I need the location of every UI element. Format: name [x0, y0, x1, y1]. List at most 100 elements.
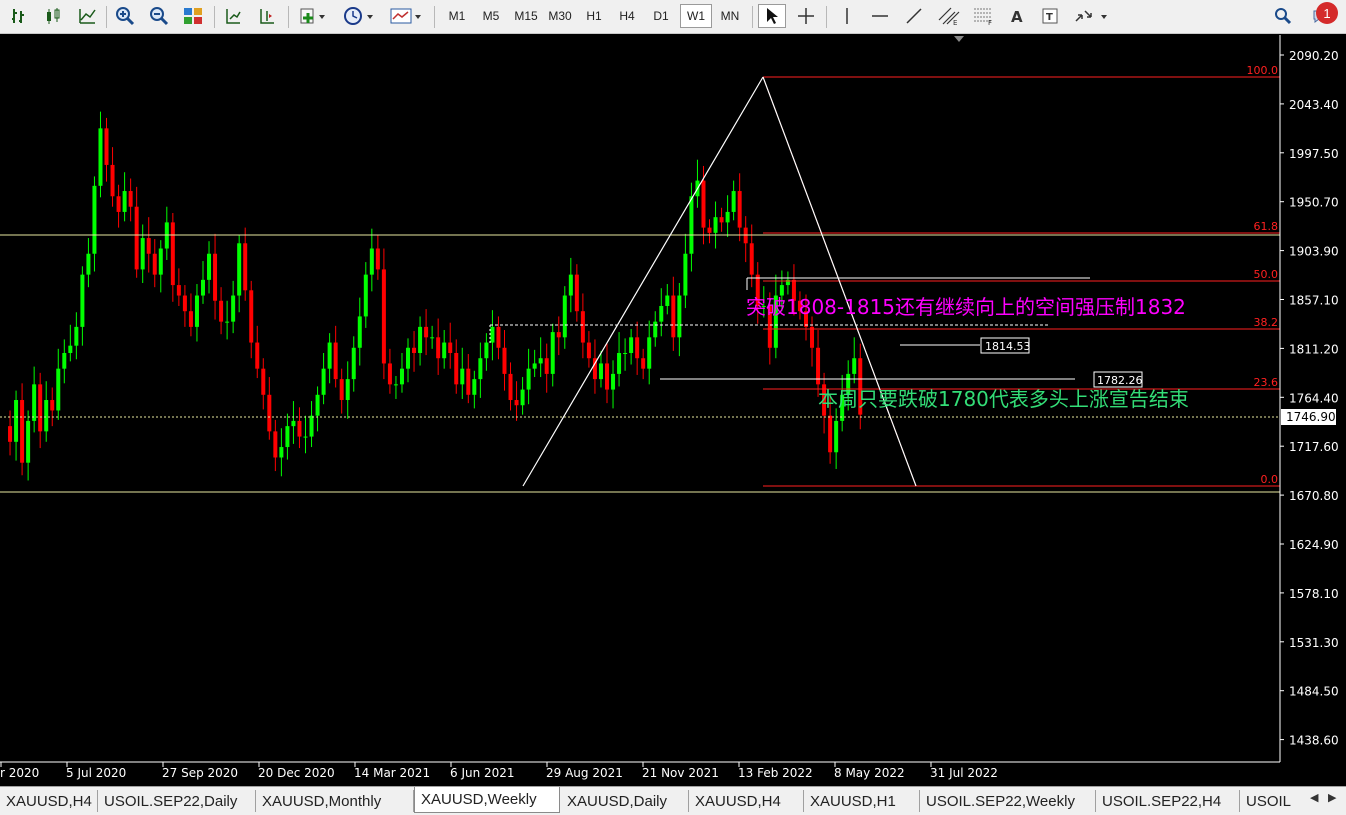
arrows-icon[interactable]: [1070, 4, 1112, 28]
timeframe-h4[interactable]: H4: [612, 4, 642, 28]
candle-body: [134, 206, 139, 270]
horizontal-line-icon[interactable]: [866, 4, 894, 28]
tabs-scroll-right-icon[interactable]: ▶: [1328, 791, 1336, 804]
candle-body: [719, 217, 724, 223]
fibonacci-icon[interactable]: F: [970, 4, 998, 28]
price-axis-label: 1903.90: [1289, 245, 1339, 259]
tab-usoil-sep22-weekly[interactable]: USOIL.SEP22,Weekly: [920, 790, 1096, 812]
annotation-bottom[interactable]: 本周只要跌破1780代表多头上涨宣告结束: [818, 387, 1189, 411]
price-axis-label: 1997.50: [1289, 147, 1339, 161]
candle-body: [14, 400, 19, 442]
timeframe-w1[interactable]: W1: [680, 4, 712, 28]
candle-body: [568, 274, 573, 296]
price-axis-label: 1717.60: [1289, 440, 1339, 454]
fib-label-100: 100.0: [1247, 64, 1279, 77]
fib-label-23-6: 23.6: [1254, 376, 1279, 389]
chart-tabs: XAUUSD,H4 USOIL.SEP22,Daily XAUUSD,Month…: [0, 786, 1346, 815]
crosshair-icon[interactable]: [792, 4, 820, 28]
tab-usoil[interactable]: USOIL: [1240, 790, 1304, 812]
candle-body: [213, 253, 218, 301]
tab-usoil-sep22-h4[interactable]: USOIL.SEP22,H4: [1096, 790, 1240, 812]
text-label-icon[interactable]: T: [1036, 4, 1064, 28]
candle-body: [32, 384, 37, 421]
price-axis-label: 1670.80: [1289, 489, 1339, 503]
tab-xauusd-h4-2[interactable]: XAUUSD,H4: [689, 790, 804, 812]
candle-body: [586, 342, 591, 359]
candle-body: [611, 373, 616, 390]
date-axis-label: 21 Nov 2021: [642, 766, 719, 780]
price-chart[interactable]: 100.0 61.8 50.0 38.2 23.6 0.0 突破1808-181…: [0, 35, 1346, 786]
candle-body: [255, 342, 260, 369]
tab-xauusd-daily[interactable]: XAUUSD,Daily: [561, 790, 689, 812]
svg-text:A: A: [1011, 8, 1023, 25]
auto-scroll-icon[interactable]: [220, 4, 246, 28]
price-axis-label: 1811.20: [1289, 342, 1339, 356]
candle-body: [231, 295, 236, 322]
fib-label-0: 0.0: [1261, 473, 1279, 486]
candle-body: [707, 227, 712, 233]
vertical-line-icon[interactable]: [834, 4, 860, 28]
zoom-in-icon[interactable]: [112, 4, 138, 28]
tile-windows-icon[interactable]: [180, 4, 206, 28]
candle-body: [496, 326, 501, 348]
timeframe-m5[interactable]: M5: [476, 4, 506, 28]
date-axis-label: 20 Dec 2020: [258, 766, 335, 780]
indicators-icon[interactable]: [296, 4, 330, 28]
candle-body: [460, 368, 465, 385]
line-chart-icon[interactable]: [74, 4, 100, 28]
periodicity-clock-icon[interactable]: [340, 4, 378, 28]
tabs-scroll-left-icon[interactable]: ◀: [1310, 791, 1318, 804]
timeframe-m15[interactable]: M15: [510, 4, 542, 28]
timeframe-h1[interactable]: H1: [580, 4, 608, 28]
tab-xauusd-h1[interactable]: XAUUSD,H1: [804, 790, 920, 812]
zoom-out-icon[interactable]: [146, 4, 172, 28]
candle-body: [659, 305, 664, 322]
bar-chart-icon[interactable]: [6, 4, 32, 28]
svg-text:F: F: [988, 19, 992, 26]
candle-body: [713, 217, 718, 233]
current-price-label: 1746.90: [1286, 410, 1336, 424]
price-axis-label: 1764.40: [1289, 391, 1339, 405]
equidistant-channel-icon[interactable]: E: [934, 4, 964, 28]
text-icon[interactable]: A: [1004, 4, 1030, 28]
price-axis-label: 1578.10: [1289, 587, 1339, 601]
fib-label-50: 50.0: [1254, 268, 1279, 281]
candle-body: [68, 345, 73, 353]
candle-body: [418, 326, 423, 353]
cursor-icon[interactable]: [758, 4, 786, 28]
candle-body: [484, 342, 489, 359]
candlestick-icon[interactable]: [40, 4, 66, 28]
candle-body: [110, 164, 115, 197]
tab-xauusd-weekly[interactable]: XAUUSD,Weekly: [414, 787, 560, 813]
price-axis-label: 1857.10: [1289, 294, 1339, 308]
timeframe-d1[interactable]: D1: [646, 4, 676, 28]
templates-icon[interactable]: [386, 4, 426, 28]
candle-body: [544, 358, 549, 374]
search-icon[interactable]: [1270, 4, 1296, 28]
chart-shift-icon[interactable]: [254, 4, 280, 28]
timeframe-m1[interactable]: M1: [442, 4, 472, 28]
svg-text:T: T: [1046, 12, 1053, 23]
candle-body: [261, 368, 266, 395]
candle-body: [225, 321, 230, 323]
trendline-icon[interactable]: [900, 4, 928, 28]
timeframe-m30[interactable]: M30: [544, 4, 576, 28]
candle-body: [424, 326, 429, 338]
notification-badge[interactable]: 1: [1316, 2, 1338, 24]
candle-body: [182, 295, 187, 312]
candle-body: [442, 342, 447, 359]
tab-xauusd-monthly[interactable]: XAUUSD,Monthly: [256, 790, 414, 812]
candle-body: [297, 420, 302, 437]
date-axis-label: 31 Jul 2022: [930, 766, 998, 780]
candle-body: [520, 389, 525, 406]
date-axis-label: 27 Sep 2020: [162, 766, 238, 780]
timeframe-mn[interactable]: MN: [714, 4, 746, 28]
candle-body: [399, 368, 404, 385]
tab-usoil-sep22-daily[interactable]: USOIL.SEP22,Daily: [98, 790, 256, 812]
tab-xauusd-h4[interactable]: XAUUSD,H4: [0, 790, 98, 812]
candle-body: [779, 285, 784, 296]
annotation-top[interactable]: 突破1808-1815还有继续向上的空间强压制1832: [746, 295, 1186, 319]
candle-body: [152, 253, 157, 275]
candle-body: [291, 420, 296, 427]
candle-body: [158, 248, 163, 275]
